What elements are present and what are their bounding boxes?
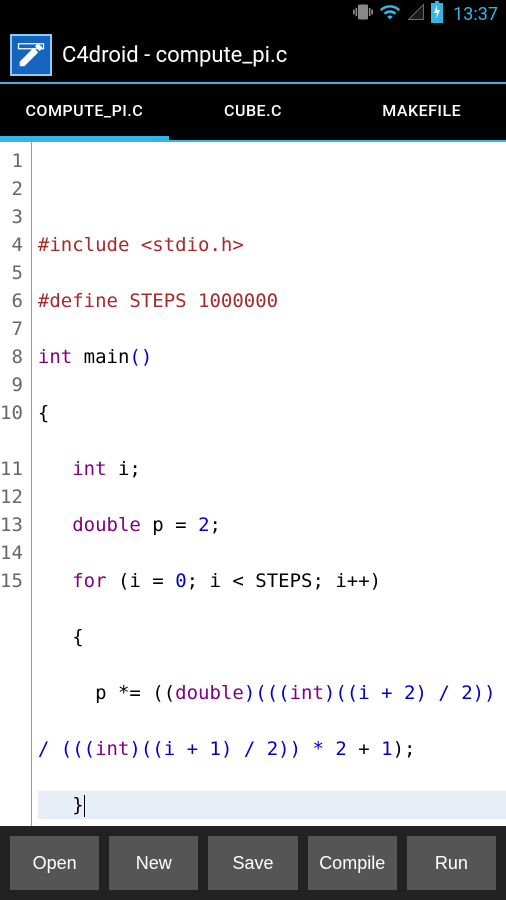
signal-icon bbox=[407, 3, 425, 26]
tab-cube[interactable]: CUBE.C bbox=[169, 84, 338, 140]
tabs: COMPUTE_PI.C CUBE.C MAKEFILE bbox=[0, 84, 506, 140]
code-line: { bbox=[38, 623, 506, 651]
wifi-icon bbox=[379, 1, 401, 28]
code-line: / (((int)((i + 1) / 2)) * 2 + 1); bbox=[38, 735, 506, 763]
vibrate-icon bbox=[353, 2, 373, 27]
app-bar: C4droid - compute_pi.c bbox=[0, 28, 506, 84]
code-line: #define STEPS 1000000 bbox=[38, 287, 506, 315]
compile-button[interactable]: Compile bbox=[308, 836, 397, 890]
app-title: C4droid - compute_pi.c bbox=[62, 43, 287, 68]
text-cursor bbox=[84, 795, 85, 817]
status-time: 13:37 bbox=[453, 4, 498, 25]
tab-compute-pi[interactable]: COMPUTE_PI.C bbox=[0, 84, 169, 140]
code-content[interactable]: #include <stdio.h> #define STEPS 1000000… bbox=[32, 142, 506, 826]
code-line: } bbox=[38, 791, 506, 819]
code-line: p *= ((double)(((int)((i + 2) / 2)) * 2)… bbox=[38, 679, 506, 707]
app-icon[interactable] bbox=[10, 34, 52, 76]
code-line: int main() bbox=[38, 343, 506, 371]
bottom-toolbar: Open New Save Compile Run bbox=[0, 826, 506, 900]
code-line bbox=[38, 175, 506, 203]
line-gutter: 123456789101112131415 bbox=[0, 142, 32, 826]
code-line: { bbox=[38, 399, 506, 427]
new-button[interactable]: New bbox=[109, 836, 198, 890]
code-line: for (i = 0; i < STEPS; i++) bbox=[38, 567, 506, 595]
code-line: #include <stdio.h> bbox=[38, 231, 506, 259]
tab-makefile[interactable]: MAKEFILE bbox=[337, 84, 506, 140]
battery-icon bbox=[431, 1, 443, 28]
code-line: double p = 2; bbox=[38, 511, 506, 539]
status-bar: 13:37 bbox=[0, 0, 506, 28]
save-button[interactable]: Save bbox=[208, 836, 297, 890]
open-button[interactable]: Open bbox=[10, 836, 99, 890]
run-button[interactable]: Run bbox=[407, 836, 496, 890]
status-icons bbox=[353, 1, 443, 28]
code-editor[interactable]: 123456789101112131415 #include <stdio.h>… bbox=[0, 140, 506, 826]
code-line: int i; bbox=[38, 455, 506, 483]
